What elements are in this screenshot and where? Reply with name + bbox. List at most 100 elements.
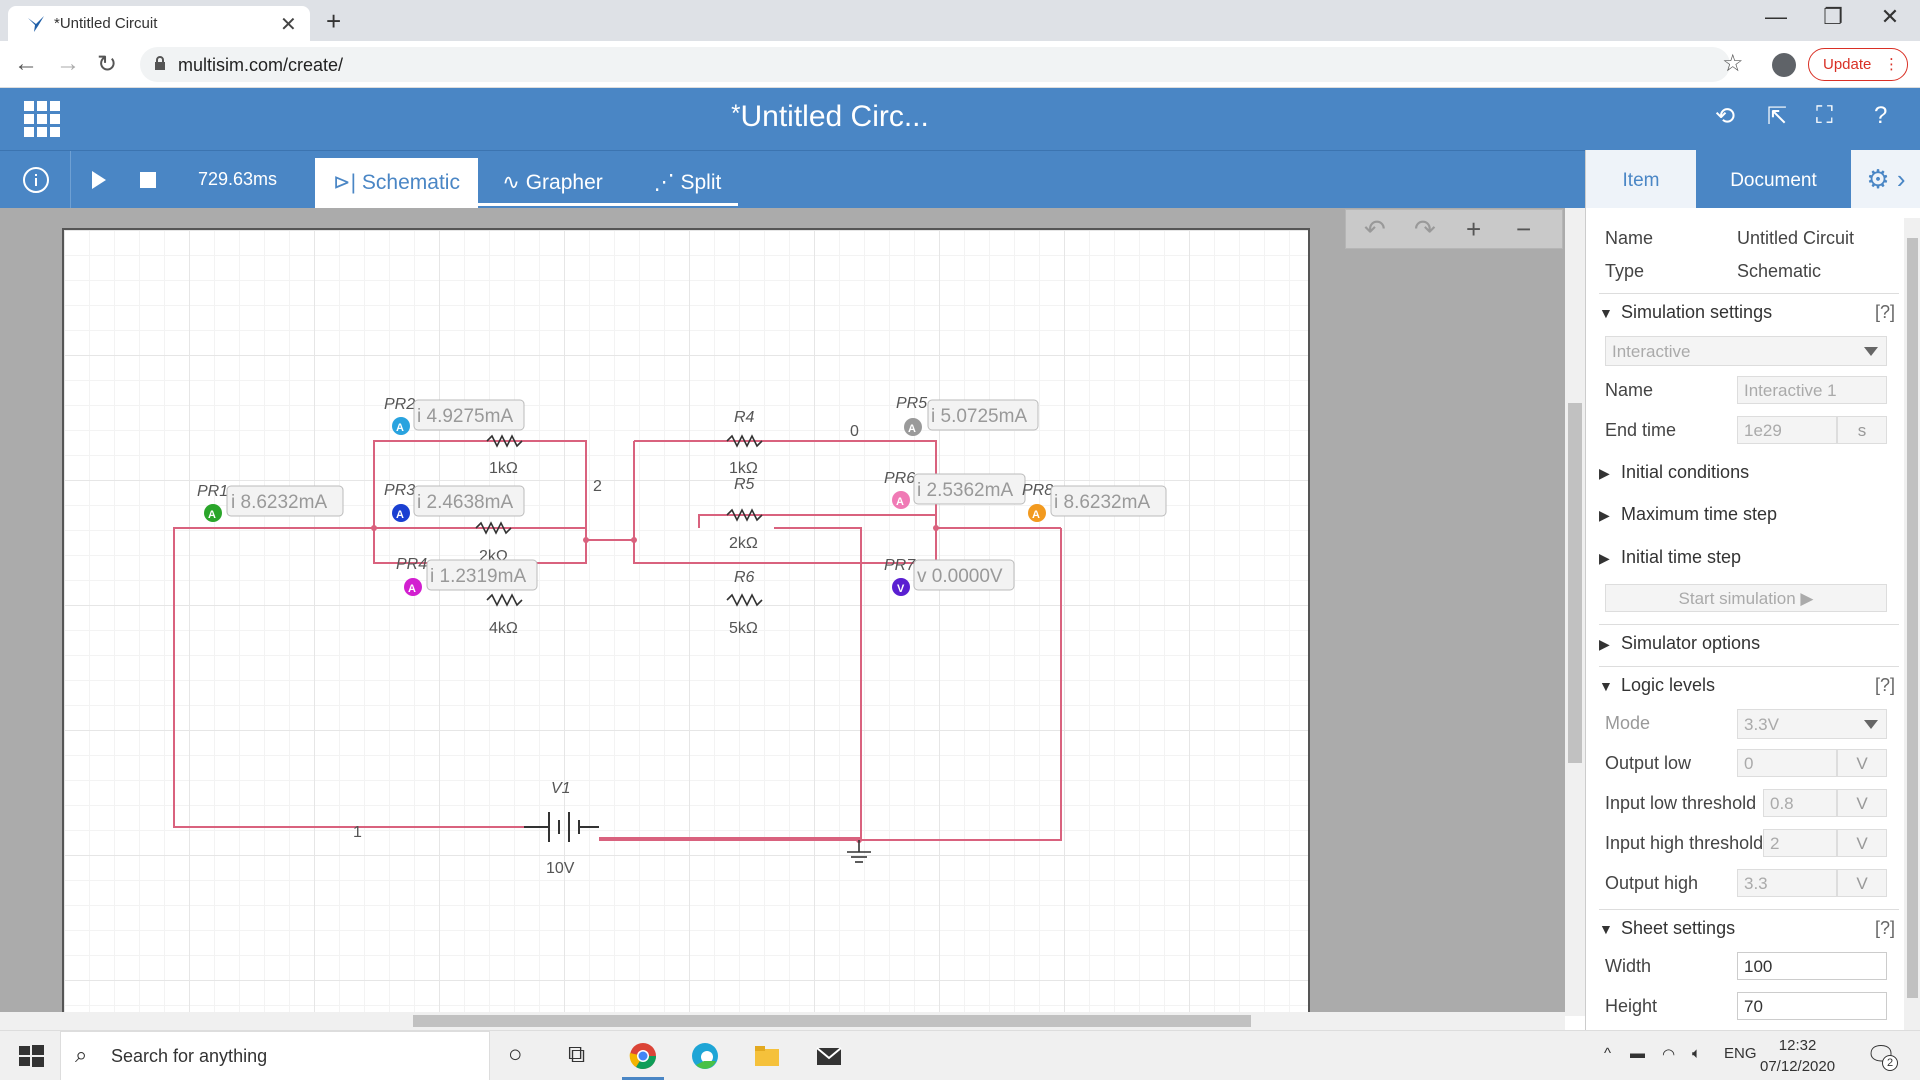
windows-taskbar: ⌕ Search for anything ○ ⧉ ^ ▬ ◠ 🔈︎ ENG 1… [0, 1030, 1920, 1080]
probe-pr7[interactable]: PR7 V v 0.0000V [884, 557, 1015, 596]
back-icon[interactable]: ← [14, 50, 38, 78]
info-icon[interactable] [22, 166, 50, 194]
collapsed-triangle-icon: ▶ [1599, 507, 1610, 523]
logic-mode-select[interactable]: 3.3V [1737, 709, 1887, 739]
restore-icon[interactable]: ❐ [1813, 4, 1853, 30]
document-title[interactable]: *Untitled Circ... [0, 100, 1660, 134]
end-time-unit[interactable]: s [1837, 416, 1887, 444]
help-icon[interactable]: ? [1874, 102, 1887, 130]
section-max-time-step[interactable]: ▶ Maximum time step [1599, 496, 1899, 525]
probe-pr1[interactable]: PR1 A i 8.6232mA [197, 483, 344, 522]
wifi-icon[interactable]: ◠ [1662, 1045, 1675, 1063]
logic-levels-help[interactable]: [?] [1875, 675, 1895, 696]
profile-avatar-icon[interactable] [1772, 53, 1796, 77]
battery-icon[interactable]: ▬ [1630, 1045, 1645, 1062]
resistor-r4-name: R4 [734, 409, 755, 426]
undo-icon[interactable]: ↶ [1364, 214, 1386, 245]
schematic-sheet[interactable]: 1 2 0 1kΩ 2kΩ 4kΩ R4 1kΩ R5 2kΩ R6 5kΩ V… [62, 228, 1310, 1018]
windows-start-icon[interactable] [16, 1041, 46, 1071]
settings-gear-icon[interactable]: ⚙ › [1851, 150, 1920, 208]
probe-pr6[interactable]: PR6 A i 2.5362mA [884, 470, 1026, 509]
probe-pr3[interactable]: PR3 A i 2.4638mA [384, 482, 525, 522]
canvas-vertical-scroll-thumb[interactable] [1568, 403, 1582, 763]
zoom-in-icon[interactable]: + [1466, 214, 1481, 245]
file-explorer-icon[interactable] [752, 1041, 782, 1071]
reload-icon[interactable]: ↻ [97, 50, 117, 79]
probe-pr5[interactable]: PR5 A i 5.0725mA [896, 395, 1039, 436]
browser-tab[interactable]: *Untitled Circuit ✕ [8, 6, 310, 41]
document-title-text: Untitled Circ... [740, 100, 929, 133]
panel-scroll-thumb[interactable] [1907, 238, 1918, 998]
forward-icon[interactable]: → [56, 50, 80, 78]
probe-pr7-reading: v 0.0000V [917, 566, 1003, 587]
share-circuit-icon[interactable]: ⟲ [1715, 102, 1735, 131]
input-high-threshold-input[interactable]: 2 [1763, 829, 1837, 857]
output-high-input[interactable]: 3.3 [1737, 869, 1837, 897]
url-field[interactable]: multisim.com/create/ [140, 47, 1730, 82]
tab-split[interactable]: ⋰ Split [640, 158, 735, 209]
output-low-input[interactable]: 0 [1737, 749, 1837, 777]
probe-pr4[interactable]: PR4 A i 1.2319mA [396, 556, 538, 596]
sheet-width-input[interactable]: 100 [1737, 952, 1887, 980]
show-hidden-icons-icon[interactable]: ^ [1604, 1045, 1611, 1062]
section-simulator-options[interactable]: ▶ Simulator options [1599, 624, 1899, 654]
section-logic-levels[interactable]: ▼ Logic levels [?] [1599, 666, 1899, 696]
probe-pr8-type: A [1032, 509, 1040, 521]
probe-pr2[interactable]: PR2 A i 4.9275mA [384, 396, 525, 435]
fullscreen-icon[interactable]: ⛶ [1816, 102, 1833, 130]
language-indicator[interactable]: ENG [1724, 1045, 1757, 1062]
start-simulation-button[interactable]: Start simulation ▶ [1605, 584, 1887, 612]
taskbar-search-field[interactable]: ⌕ Search for anything [60, 1031, 490, 1080]
output-high-unit: V [1837, 869, 1887, 897]
section-sheet-settings[interactable]: ▼ Sheet settings [?] [1599, 909, 1899, 939]
stop-icon[interactable] [140, 172, 156, 188]
canvas-horizontal-scrollbar[interactable] [0, 1012, 1565, 1030]
notifications-icon[interactable]: 🗨︎ 2 [1866, 1041, 1898, 1071]
cortana-icon[interactable]: ○ [508, 1041, 523, 1069]
edge-icon[interactable] [690, 1041, 720, 1071]
task-view-icon[interactable]: ⧉ [568, 1041, 585, 1069]
simulation-mode-select[interactable]: Interactive [1605, 336, 1887, 366]
panel-tabs: Item Document ⚙ › [1586, 150, 1920, 208]
chrome-icon[interactable] [628, 1041, 658, 1071]
resistor-bot-left-icon [486, 593, 523, 607]
sim-settings-help[interactable]: [?] [1875, 302, 1895, 323]
circuit-diagram[interactable]: 1 2 0 1kΩ 2kΩ 4kΩ R4 1kΩ R5 2kΩ R6 5kΩ V… [64, 230, 1308, 1016]
open-external-icon[interactable]: ⇱ [1767, 102, 1787, 131]
section-simulation-settings[interactable]: ▼ Simulation settings [?] [1599, 293, 1899, 323]
doc-type-label: Type [1605, 261, 1645, 281]
collapsed-triangle-icon: ▶ [1599, 550, 1610, 566]
sheet-height-input[interactable]: 70 [1737, 992, 1887, 1020]
system-clock[interactable]: 12:32 07/12/2020 [1760, 1035, 1835, 1077]
minimize-icon[interactable]: — [1756, 4, 1796, 30]
redo-icon[interactable]: ↷ [1414, 214, 1436, 245]
zoom-out-icon[interactable]: − [1516, 214, 1531, 245]
canvas-vertical-scrollbar[interactable] [1565, 208, 1585, 1016]
section-initial-time-step[interactable]: ▶ Initial time step [1599, 539, 1899, 568]
probe-pr8[interactable]: PR8 A i 8.6232mA [1022, 482, 1167, 522]
window-close-icon[interactable]: ✕ [1870, 4, 1910, 30]
play-icon[interactable] [90, 171, 108, 189]
input-low-threshold-input[interactable]: 0.8 [1763, 789, 1837, 817]
mail-icon[interactable] [814, 1041, 844, 1071]
tab-grapher[interactable]: ∿ Grapher [490, 158, 615, 209]
sheet-settings-help[interactable]: [?] [1875, 918, 1895, 939]
bookmark-star-icon[interactable]: ☆ [1722, 49, 1744, 78]
probe-pr6-reading: i 2.5362mA [917, 480, 1013, 501]
panel-scrollbar[interactable] [1904, 218, 1920, 1030]
tab-close-icon[interactable]: ✕ [280, 12, 297, 37]
sim-name-input[interactable]: Interactive 1 [1737, 376, 1887, 404]
section-initial-conditions[interactable]: ▶ Initial conditions [1599, 454, 1899, 483]
new-tab-icon[interactable]: + [326, 6, 341, 37]
end-time-input[interactable]: 1e29 [1737, 416, 1837, 444]
browser-update-button[interactable]: Update ⋮ [1808, 48, 1908, 81]
volume-icon[interactable]: 🔈︎ [1692, 1045, 1701, 1062]
tab-schematic[interactable]: ⊳| Schematic [315, 158, 478, 209]
probe-pr1-name: PR1 [197, 483, 228, 500]
schematic-canvas[interactable]: 1 2 0 1kΩ 2kΩ 4kΩ R4 1kΩ R5 2kΩ R6 5kΩ V… [0, 208, 1565, 1018]
tab-item[interactable]: Item [1586, 150, 1696, 208]
probe-pr6-type: A [896, 496, 904, 508]
tab-document[interactable]: Document [1696, 150, 1851, 208]
more-menu-icon[interactable]: ⋮ [1884, 55, 1899, 73]
canvas-horizontal-scroll-thumb[interactable] [413, 1015, 1251, 1027]
